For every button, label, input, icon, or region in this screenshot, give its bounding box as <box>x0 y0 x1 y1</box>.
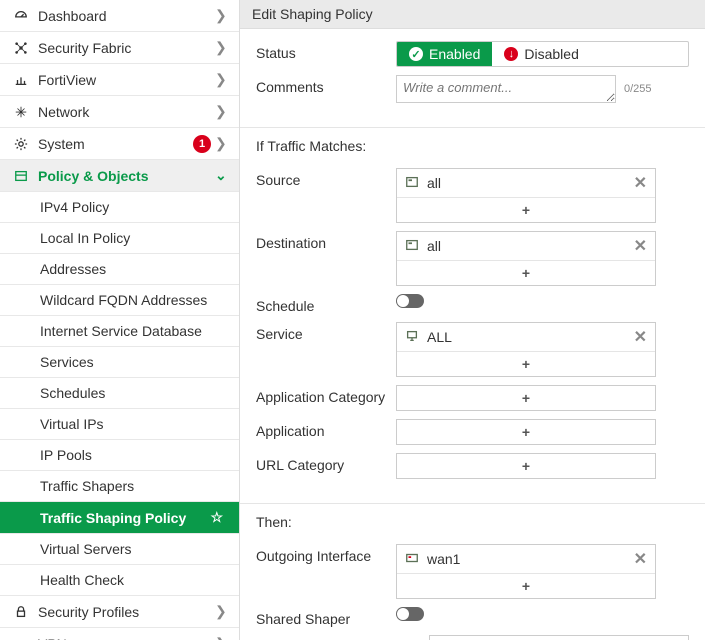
star-icon[interactable]: ☆ <box>210 509 223 526</box>
subnav-ip-pools[interactable]: IP Pools <box>0 440 239 471</box>
chart-icon <box>12 73 30 87</box>
shared-shaper-toggle[interactable] <box>396 607 424 621</box>
chevron-down-icon: ⌄ <box>215 167 227 184</box>
nav-label: System <box>38 136 215 152</box>
remove-icon[interactable]: ✕ <box>634 549 647 569</box>
schedule-toggle[interactable] <box>396 294 424 308</box>
subnav-isdb[interactable]: Internet Service Database <box>0 316 239 347</box>
nav-label: Security Profiles <box>38 604 215 620</box>
chevron-right-icon: ❯ <box>215 103 227 120</box>
interface-icon <box>405 551 421 568</box>
subnav-traffic-shapers[interactable]: Traffic Shapers <box>0 471 239 502</box>
app-label: Application <box>256 419 396 439</box>
service-box: ALL ✕ + <box>396 322 656 377</box>
nav-system[interactable]: System 1 ❯ <box>0 128 239 160</box>
page-title: Edit Shaping Policy <box>240 0 705 29</box>
source-label: Source <box>256 168 396 188</box>
destination-add-button[interactable]: + <box>397 260 655 285</box>
address-icon <box>405 238 421 255</box>
reverse-shaper-dropdown[interactable]: cyberworld-tutorials-25Mbps ▼ <box>429 635 689 640</box>
comments-input[interactable] <box>396 75 616 103</box>
url-cat-add-button[interactable]: + <box>396 453 656 479</box>
destination-item[interactable]: all ✕ <box>397 232 655 260</box>
subnav-schedules[interactable]: Schedules <box>0 378 239 409</box>
chevron-right-icon: ❯ <box>215 603 227 620</box>
policy-icon <box>12 169 30 183</box>
nav-security-fabric[interactable]: Security Fabric ❯ <box>0 32 239 64</box>
status-label: Status <box>256 41 396 61</box>
subnav-ipv4-policy[interactable]: IPv4 Policy <box>0 192 239 223</box>
subnav-traffic-shaping-policy[interactable]: Traffic Shaping Policy☆ <box>0 502 239 534</box>
destination-label: Destination <box>256 231 396 251</box>
url-cat-label: URL Category <box>256 453 396 473</box>
nav-security-profiles[interactable]: Security Profiles ❯ <box>0 596 239 628</box>
service-label: Service <box>256 322 396 342</box>
status-toggle: ✓Enabled ↓Disabled <box>396 41 689 67</box>
nav-label: Security Fabric <box>38 40 215 56</box>
remove-icon[interactable]: ✕ <box>634 173 647 193</box>
subnav-services[interactable]: Services <box>0 347 239 378</box>
shared-shaper-label: Shared Shaper <box>256 607 396 627</box>
nav-dashboard[interactable]: Dashboard ❯ <box>0 0 239 32</box>
comments-counter: 0/255 <box>624 83 652 95</box>
schedule-label: Schedule <box>256 294 396 314</box>
check-icon: ✓ <box>409 47 423 61</box>
source-item[interactable]: all ✕ <box>397 169 655 197</box>
app-add-button[interactable]: + <box>396 419 656 445</box>
status-enabled-button[interactable]: ✓Enabled <box>397 42 492 66</box>
nav-label: FortiView <box>38 72 215 88</box>
main-panel: Edit Shaping Policy Status ✓Enabled ↓Dis… <box>240 0 705 640</box>
status-disabled-button[interactable]: ↓Disabled <box>492 42 590 66</box>
network-icon <box>12 105 30 119</box>
chevron-right-icon: ❯ <box>215 135 227 152</box>
destination-box: all ✕ + <box>396 231 656 286</box>
down-icon: ↓ <box>504 47 518 61</box>
source-add-button[interactable]: + <box>397 197 655 222</box>
out-if-item[interactable]: wan1 ✕ <box>397 545 655 573</box>
subnav-wildcard-fqdn[interactable]: Wildcard FQDN Addresses <box>0 285 239 316</box>
source-box: all ✕ + <box>396 168 656 223</box>
badge: 1 <box>193 135 211 153</box>
out-if-add-button[interactable]: + <box>397 573 655 598</box>
service-icon <box>405 329 421 346</box>
section-matches-title: If Traffic Matches: <box>240 132 705 160</box>
comments-label: Comments <box>256 75 396 95</box>
nav-network[interactable]: Network ❯ <box>0 96 239 128</box>
subnav-virtual-servers[interactable]: Virtual Servers <box>0 534 239 565</box>
nav-label: VPN <box>38 636 215 640</box>
fabric-icon <box>12 41 30 55</box>
gear-icon <box>12 137 30 151</box>
address-icon <box>405 175 421 192</box>
remove-icon[interactable]: ✕ <box>634 327 647 347</box>
chevron-right-icon: ❯ <box>215 635 227 640</box>
nav-label: Policy & Objects <box>38 168 215 184</box>
nav-fortiview[interactable]: FortiView ❯ <box>0 64 239 96</box>
subnav-health-check[interactable]: Health Check <box>0 565 239 596</box>
remove-icon[interactable]: ✕ <box>634 236 647 256</box>
subnav-virtual-ips[interactable]: Virtual IPs <box>0 409 239 440</box>
nav-label: Network <box>38 104 215 120</box>
service-add-button[interactable]: + <box>397 351 655 376</box>
lock-icon <box>12 605 30 619</box>
subnav-local-in-policy[interactable]: Local In Policy <box>0 223 239 254</box>
nav-label: Dashboard <box>38 8 215 24</box>
dashboard-icon <box>12 9 30 23</box>
vpn-icon <box>12 637 30 640</box>
chevron-right-icon: ❯ <box>215 7 227 24</box>
service-item[interactable]: ALL ✕ <box>397 323 655 351</box>
reverse-shaper-label: Reverse Shaper <box>256 635 393 640</box>
out-if-label: Outgoing Interface <box>256 544 396 564</box>
nav-policy-objects[interactable]: Policy & Objects ⌄ <box>0 160 239 192</box>
app-cat-label: Application Category <box>256 385 396 405</box>
section-then-title: Then: <box>240 508 705 536</box>
sidebar: Dashboard ❯ Security Fabric ❯ FortiView … <box>0 0 240 640</box>
out-if-box: wan1 ✕ + <box>396 544 656 599</box>
nav-vpn[interactable]: VPN ❯ <box>0 628 239 640</box>
app-cat-add-button[interactable]: + <box>396 385 656 411</box>
chevron-right-icon: ❯ <box>215 71 227 88</box>
chevron-right-icon: ❯ <box>215 39 227 56</box>
subnav-addresses[interactable]: Addresses <box>0 254 239 285</box>
